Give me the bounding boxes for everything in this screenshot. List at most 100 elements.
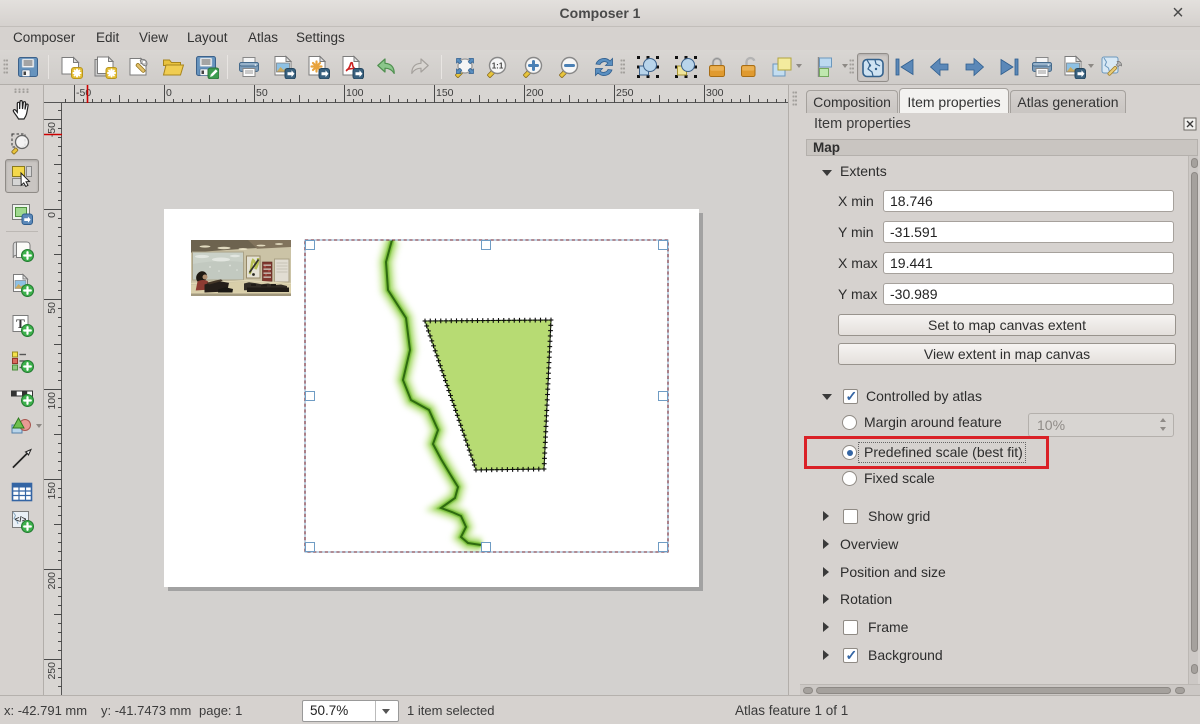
add-legend-icon[interactable] — [10, 349, 34, 373]
selection-handle-n[interactable] — [481, 240, 491, 250]
select-move-item-icon[interactable] — [10, 164, 34, 188]
frame-collapse-icon[interactable] — [823, 622, 829, 632]
atlas-first-icon[interactable] — [893, 55, 917, 79]
position-size-collapse-icon[interactable] — [823, 567, 829, 577]
unlock-items-icon[interactable] — [737, 55, 761, 79]
add-attribute-table-icon[interactable] — [10, 480, 34, 504]
view-extent-button[interactable]: View extent in map canvas — [838, 343, 1176, 365]
export-svg-icon[interactable] — [306, 55, 330, 79]
margin-spinbox[interactable]: 10% — [1028, 413, 1174, 437]
move-item-content-icon[interactable] — [10, 202, 34, 226]
atlas-settings-icon[interactable] — [1100, 55, 1124, 79]
zoom-full-icon[interactable] — [453, 55, 477, 79]
refresh-icon[interactable] — [592, 55, 616, 79]
selection-handle-nw[interactable] — [305, 240, 315, 250]
tab-atlas-generation[interactable]: Atlas generation — [1010, 90, 1126, 113]
background-checkbox[interactable]: ✓ — [843, 648, 858, 663]
show-grid-checkbox[interactable] — [843, 509, 858, 524]
ymax-field[interactable]: -30.989 — [883, 283, 1174, 305]
zoom-to-selected-icon[interactable] — [636, 55, 660, 79]
controlled-by-atlas-checkbox[interactable]: ✓ — [843, 389, 858, 404]
scroll-down-nub[interactable] — [1191, 664, 1198, 674]
add-image-icon[interactable] — [10, 273, 34, 297]
menu-edit[interactable]: Edit — [96, 30, 119, 45]
selection-handle-ne[interactable] — [658, 240, 668, 250]
save-as-icon[interactable] — [195, 55, 219, 79]
export-pdf-icon[interactable] — [340, 55, 364, 79]
export-atlas-dropdown-icon[interactable] — [1088, 64, 1094, 68]
horizontal-scroll-thumb[interactable] — [816, 687, 1171, 694]
new-composition-icon[interactable] — [59, 55, 83, 79]
xmax-field[interactable]: 19.441 — [883, 252, 1174, 274]
zoom-in-icon[interactable] — [521, 55, 545, 79]
add-map-icon[interactable] — [10, 238, 34, 262]
atlas-prev-icon[interactable] — [928, 55, 952, 79]
open-icon[interactable] — [161, 55, 185, 79]
panel-horizontal-scrollbar[interactable] — [800, 684, 1200, 695]
tab-composition[interactable]: Composition — [806, 90, 898, 113]
undo-icon[interactable] — [374, 55, 398, 79]
vertical-scroll-thumb[interactable] — [1191, 172, 1198, 652]
add-arrow-icon[interactable] — [10, 446, 34, 470]
export-atlas-icon[interactable] — [1062, 55, 1086, 79]
selection-handle-se[interactable] — [658, 542, 668, 552]
print-icon[interactable] — [237, 55, 261, 79]
panel-splitter[interactable] — [789, 85, 800, 695]
margin-around-feature-radio[interactable] — [842, 415, 857, 430]
overview-collapse-icon[interactable] — [823, 539, 829, 549]
atlas-collapse-icon[interactable] — [822, 394, 832, 400]
spinner-arrows-icon[interactable] — [1160, 418, 1168, 434]
lock-items-icon[interactable] — [705, 55, 729, 79]
background-collapse-icon[interactable] — [823, 650, 829, 660]
extents-collapse-icon[interactable] — [822, 170, 832, 176]
pan-icon[interactable] — [10, 98, 34, 122]
selection-handle-sw[interactable] — [305, 542, 315, 552]
atlas-last-icon[interactable] — [997, 55, 1021, 79]
ymin-field[interactable]: -31.591 — [883, 221, 1174, 243]
tab-item-properties[interactable]: Item properties — [899, 88, 1009, 113]
add-scalebar-icon[interactable] — [10, 383, 34, 407]
menu-layout[interactable]: Layout — [187, 30, 228, 45]
atlas-next-icon[interactable] — [962, 55, 986, 79]
composer-manager-icon[interactable] — [127, 55, 151, 79]
panel-vertical-scrollbar[interactable] — [1188, 156, 1198, 684]
menu-settings[interactable]: Settings — [296, 30, 345, 45]
redo-icon[interactable] — [408, 55, 432, 79]
set-to-canvas-extent-button[interactable]: Set to map canvas extent — [838, 314, 1176, 336]
menu-composer[interactable]: Composer — [13, 30, 75, 45]
export-image-icon[interactable] — [272, 55, 296, 79]
rotation-collapse-icon[interactable] — [823, 594, 829, 604]
menu-atlas[interactable]: Atlas — [248, 30, 278, 45]
move-selection-icon[interactable] — [674, 55, 698, 79]
xmin-field[interactable]: 18.746 — [883, 190, 1174, 212]
duplicate-composition-icon[interactable] — [93, 55, 117, 79]
add-shape-icon[interactable] — [10, 414, 34, 438]
window-close-icon[interactable]: × — [1169, 3, 1187, 23]
save-icon[interactable] — [16, 55, 40, 79]
atlas-preview-button[interactable] — [857, 53, 889, 82]
frame-checkbox[interactable] — [843, 620, 858, 635]
zoom-out-icon[interactable] — [557, 55, 581, 79]
raise-items-icon[interactable] — [770, 55, 794, 79]
zoom-actual-icon[interactable]: 1:1 — [485, 55, 509, 79]
photo-item[interactable] — [191, 240, 291, 296]
align-items-dropdown-icon[interactable] — [842, 64, 848, 68]
add-label-icon[interactable]: T — [10, 313, 34, 337]
show-grid-collapse-icon[interactable] — [823, 511, 829, 521]
scroll-right-nub[interactable] — [1175, 687, 1185, 694]
print-atlas-icon[interactable] — [1030, 55, 1054, 79]
scroll-left-nub[interactable] — [803, 687, 813, 694]
menu-view[interactable]: View — [139, 30, 168, 45]
add-html-icon[interactable]: </> — [10, 509, 34, 533]
align-items-icon[interactable] — [814, 55, 838, 79]
add-shape-dropdown-icon[interactable] — [36, 424, 42, 428]
fixed-scale-radio[interactable] — [842, 471, 857, 486]
selection-handle-s[interactable] — [481, 542, 491, 552]
map-item[interactable] — [305, 240, 668, 552]
zoom-tool-icon[interactable] — [10, 132, 34, 156]
panel-close-icon[interactable] — [1183, 117, 1197, 131]
raise-items-dropdown-icon[interactable] — [796, 64, 802, 68]
selection-handle-w[interactable] — [305, 391, 315, 401]
selection-handle-e[interactable] — [658, 391, 668, 401]
zoom-combobox[interactable]: 50.7% — [302, 700, 399, 722]
